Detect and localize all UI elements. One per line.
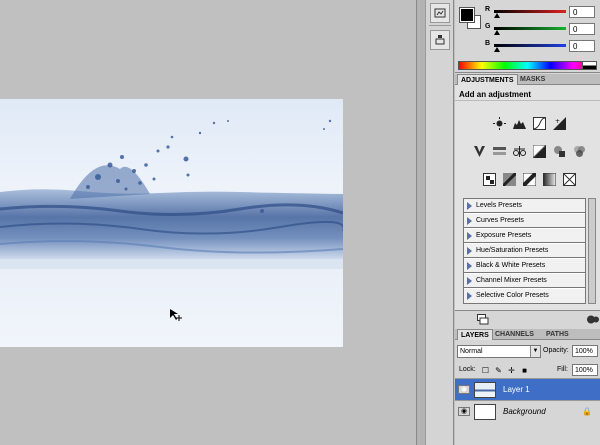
tab-channels[interactable]: CHANNELS [492,329,537,340]
preset-selective-color[interactable]: Selective Color Presets [464,289,585,303]
fill-label: Fill: [557,366,568,373]
visibility-eye-icon[interactable]: ◉ [458,385,470,394]
chevron-down-icon[interactable]: ▼ [530,346,540,357]
presets-scrollbar[interactable] [588,198,596,304]
visibility-eye-icon[interactable]: ◉ [458,407,470,416]
red-slider-knob[interactable] [494,13,500,18]
adjustments-panel: Add an adjustment + Levels Presets Curve… [455,85,600,310]
channel-mixer-icon[interactable] [571,143,587,159]
panel-icon-strip [426,0,454,445]
vibrance-icon[interactable] [471,143,487,159]
lock-image-icon[interactable]: ✎ [494,366,503,375]
green-slider-row: G 0 [485,23,600,37]
expand-triangle-icon [467,292,472,300]
panel-divider[interactable] [416,0,426,445]
adjustment-presets-list: Levels Presets Curves Presets Exposure P… [463,198,586,304]
lock-icon: 🔒 [582,407,592,416]
layer-thumbnail [474,382,496,398]
move-cursor-icon [170,309,182,323]
adjustments-tabbar: ADJUSTMENTS MASKS [455,74,600,85]
red-slider-row: R 0 [485,6,600,20]
mini-bridge-icon[interactable] [430,3,450,23]
expand-triangle-icon [467,232,472,240]
blue-slider-knob[interactable] [494,47,500,52]
adjustments-heading: Add an adjustment [459,90,532,99]
fill-field[interactable]: 100% [572,364,598,376]
hue-saturation-icon[interactable] [491,143,507,159]
layers-tabbar: LAYERS CHANNELS PATHS [455,329,600,340]
layer-row-layer-1[interactable]: ◉ Layer 1 [455,378,600,400]
layer-name[interactable]: Layer 1 [503,385,530,394]
curves-icon[interactable] [531,115,547,131]
expand-triangle-icon [467,277,472,285]
color-balance-icon[interactable] [511,143,527,159]
blue-slider[interactable] [494,44,566,47]
black-white-ramp[interactable] [582,61,597,70]
blend-mode-select[interactable]: Normal ▼ [457,345,541,358]
svg-text:+: + [555,118,560,125]
selective-color-icon[interactable] [561,171,577,187]
red-value-field[interactable]: 0 [569,6,595,18]
clip-to-layer-icon[interactable] [477,314,489,327]
expand-triangle-icon [467,202,472,210]
blue-value-field[interactable]: 0 [569,40,595,52]
invert-icon[interactable] [481,171,497,187]
opacity-label: Opacity: [543,347,569,354]
black-white-icon[interactable] [531,143,547,159]
green-value-field[interactable]: 0 [569,23,595,35]
expand-triangle-icon [467,217,472,225]
tab-masks[interactable]: MASKS [517,74,548,85]
right-panel-dock: R 0 G 0 B 0 ADJUSTMENTS MASKS Add an adj… [455,0,600,445]
exposure-icon[interactable]: + [551,115,567,131]
red-slider[interactable] [494,10,566,13]
preset-channel-mixer[interactable]: Channel Mixer Presets [464,274,585,288]
preset-exposure[interactable]: Exposure Presets [464,229,585,243]
layer-name[interactable]: Background [503,407,546,416]
photo-filter-icon[interactable] [551,143,567,159]
threshold-icon[interactable] [521,171,537,187]
tab-paths[interactable]: PATHS [543,329,572,340]
preset-levels[interactable]: Levels Presets [464,199,585,213]
layer-row-background[interactable]: ◉ Background 🔒 [455,400,600,422]
green-slider[interactable] [494,27,566,30]
levels-icon[interactable] [511,115,527,131]
lock-all-icon[interactable]: ■ [520,366,529,375]
opacity-field[interactable]: 100% [572,345,598,357]
green-label: G [485,23,491,30]
tab-adjustments[interactable]: ADJUSTMENTS [457,74,518,85]
clone-source-icon[interactable] [430,30,450,50]
brightness-contrast-icon[interactable] [491,115,507,131]
blue-label: B [485,40,491,47]
preset-black-white[interactable]: Black & White Presets [464,259,585,273]
lock-transparent-icon[interactable]: ☐ [481,366,490,375]
canvas-workspace[interactable] [0,0,416,445]
mask-toggle-icon[interactable] [587,314,599,327]
foreground-color-swatch[interactable] [459,7,475,23]
color-spectrum-bar[interactable] [458,61,597,70]
expand-triangle-icon [467,247,472,255]
gradient-map-icon[interactable] [541,171,557,187]
green-slider-knob[interactable] [494,30,500,35]
lock-position-icon[interactable]: ✛ [507,366,516,375]
color-panel: R 0 G 0 B 0 [455,0,600,73]
preset-hue-saturation[interactable]: Hue/Saturation Presets [464,244,585,258]
layers-panel: LAYERS CHANNELS PATHS Normal ▼ Opacity: … [455,329,600,445]
layer-thumbnail [474,404,496,420]
posterize-icon[interactable] [501,171,517,187]
adjustments-footer [455,310,600,328]
tab-layers[interactable]: LAYERS [457,329,493,340]
red-label: R [485,6,491,13]
lock-label: Lock: [459,366,476,373]
preset-curves[interactable]: Curves Presets [464,214,585,228]
expand-triangle-icon [467,262,472,270]
blue-slider-row: B 0 [485,40,600,54]
